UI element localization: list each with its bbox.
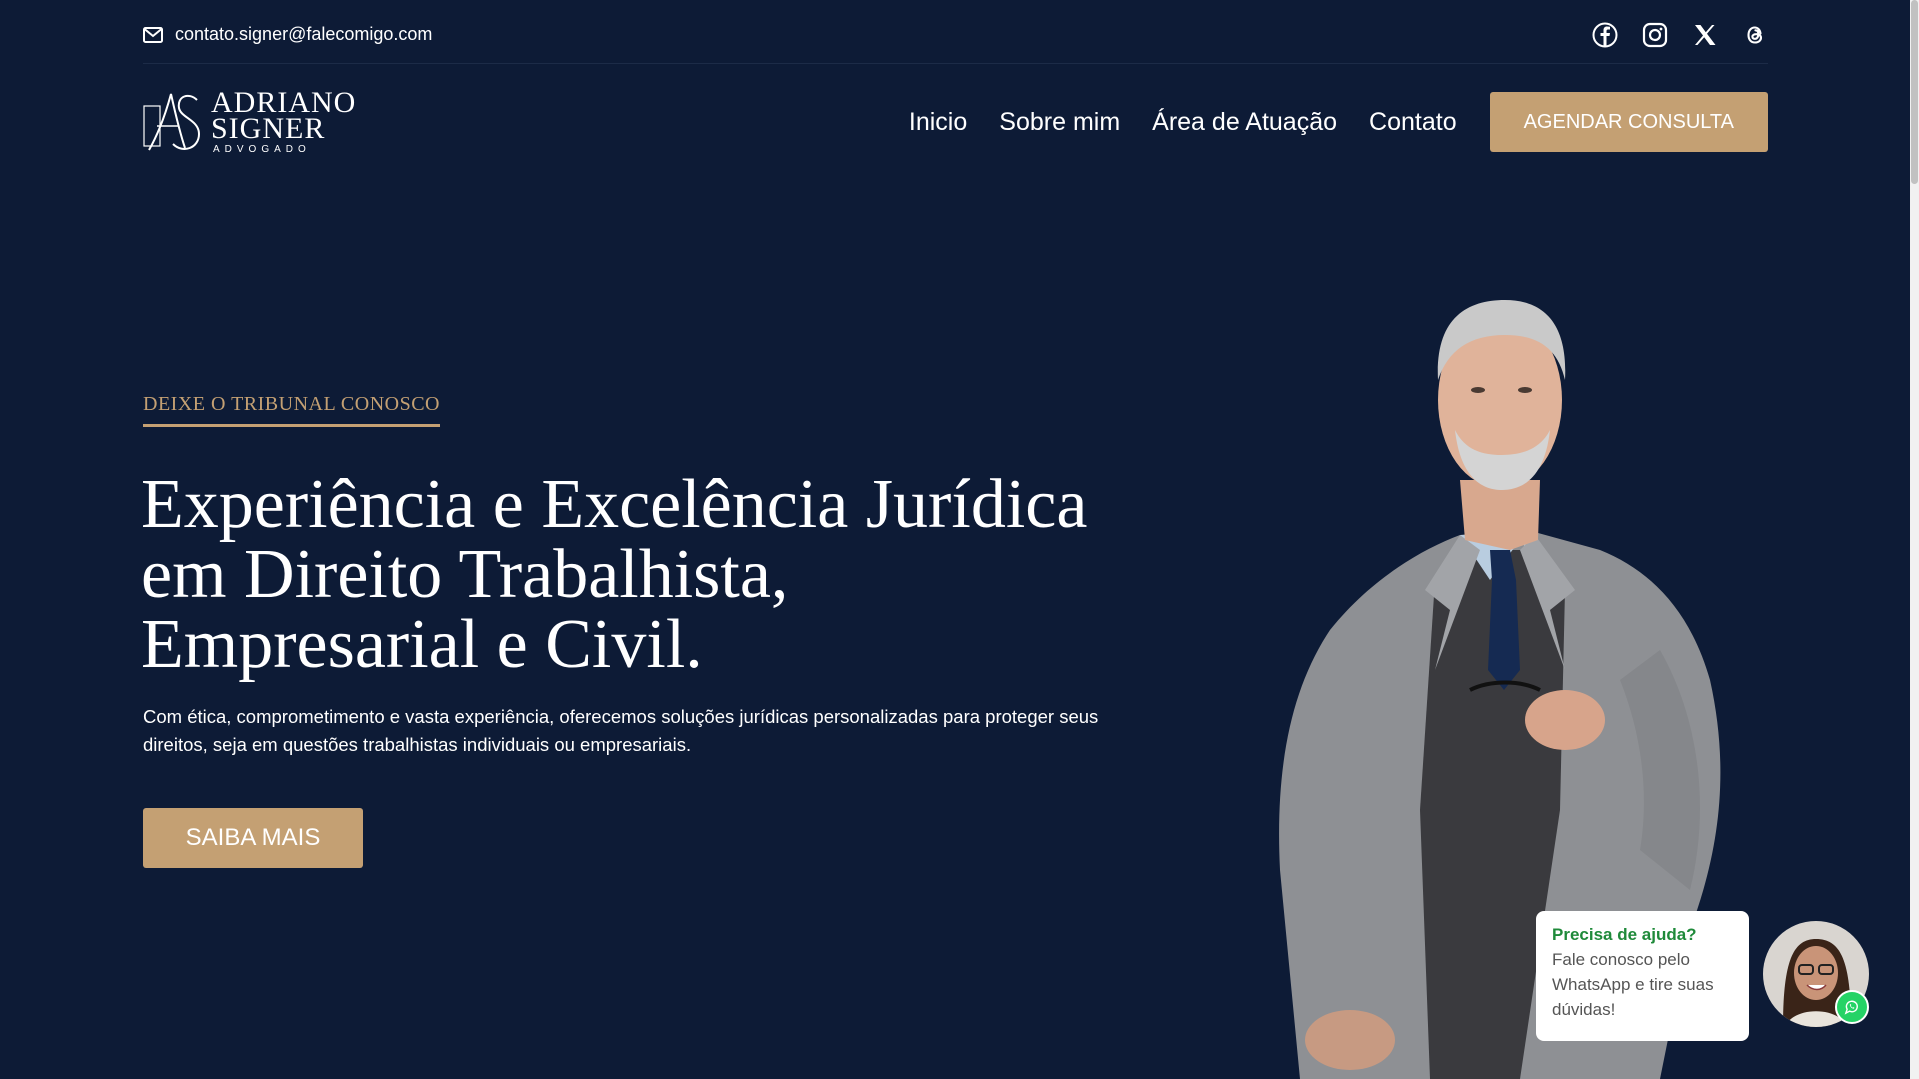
logo-subtitle: ADVOGADO <box>213 144 311 155</box>
hero-headline-line1: Experiência e Excelência Jurídica <box>141 466 1088 543</box>
hero-lead-text: Com ética, comprometimento e vasta exper… <box>143 706 1099 755</box>
hero-headline-line3: Empresarial e Civil. <box>141 606 703 683</box>
page: contato.signer@falecomigo.com ADRIANO SI… <box>0 0 1919 1079</box>
hero-headline: Experiência e Excelência Jurídica em Dir… <box>141 470 1181 680</box>
instagram-icon[interactable] <box>1642 22 1668 48</box>
facebook-icon[interactable] <box>1592 22 1618 48</box>
nav-link-sobre-mim[interactable]: Sobre mim <box>999 108 1120 137</box>
email-text: contato.signer@falecomigo.com <box>175 24 433 44</box>
whatsapp-icon[interactable] <box>1835 990 1869 1024</box>
whatsapp-card-text: Fale conosco pelo WhatsApp e tire suas d… <box>1552 950 1714 1019</box>
whatsapp-help-card[interactable]: Precisa de ajuda? Fale conosco pelo What… <box>1536 911 1749 1041</box>
hero-headline-line2: em Direito Trabalhista, <box>141 536 789 613</box>
nav-link-area-de-atuacao[interactable]: Área de Atuação <box>1152 108 1337 137</box>
logo-name-line2: SIGNER <box>211 112 326 145</box>
learn-more-button[interactable]: SAIBA MAIS <box>143 808 363 868</box>
whatsapp-card-title: Precisa de ajuda? <box>1552 925 1697 944</box>
scrollbar-thumb[interactable] <box>1911 0 1918 184</box>
logo[interactable]: ADRIANO SIGNER ADVOGADO <box>143 86 355 158</box>
nav-link-inicio[interactable]: Inicio <box>909 108 967 137</box>
schedule-consultation-button[interactable]: AGENDAR CONSULTA <box>1489 92 1768 152</box>
nav-link-contato[interactable]: Contato <box>1369 108 1457 137</box>
logo-monogram <box>143 93 201 151</box>
threads-icon[interactable] <box>1742 22 1768 48</box>
social-links <box>1592 22 1768 48</box>
hero-eyebrow: DEIXE O TRIBUNAL CONOSCO <box>143 393 440 427</box>
x-icon[interactable] <box>1692 22 1718 48</box>
top-bar: contato.signer@falecomigo.com <box>143 0 1768 64</box>
mail-icon <box>143 26 163 43</box>
page-scrollbar[interactable] <box>1910 0 1919 1079</box>
email-link[interactable]: contato.signer@falecomigo.com <box>143 24 432 45</box>
main-nav: Inicio Sobre mim Área de Atuação Contato… <box>909 92 1768 152</box>
